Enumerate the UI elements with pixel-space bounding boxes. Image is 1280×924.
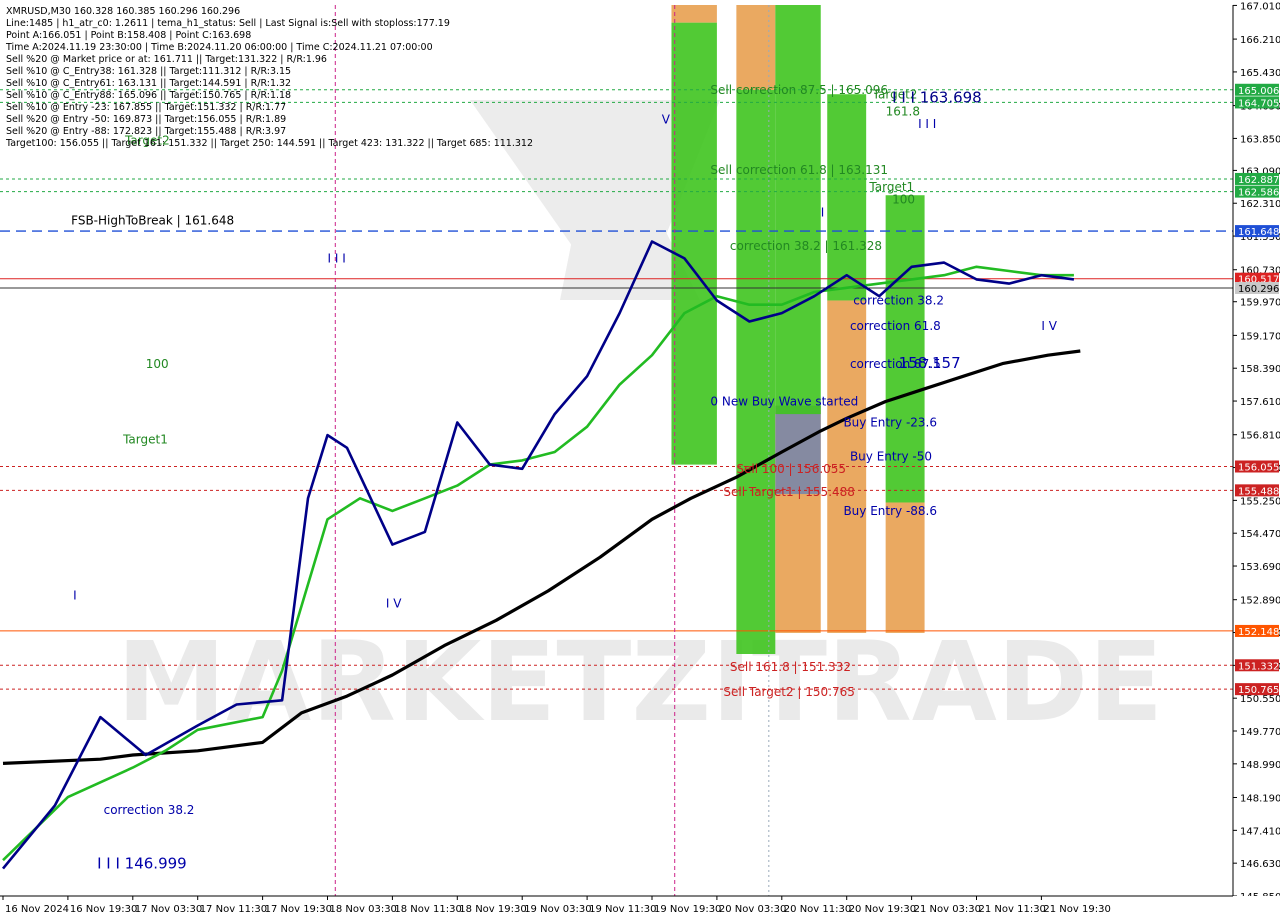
price-chart: MARKETZITRADE Target2FSB-HighToBreak | 1… xyxy=(0,0,1280,920)
target-zone xyxy=(885,502,925,633)
y-tick-label: 163.850 xyxy=(1240,134,1280,145)
x-tick-label: 16 Nov 2024 xyxy=(5,904,69,915)
x-tick-label: 16 Nov 19:30 xyxy=(70,904,137,915)
chart-annotation: Sell 161.8 | 151.332 xyxy=(730,660,851,674)
chart-annotation: Buy Entry -88.6 xyxy=(843,504,937,518)
watermark-text: MARKETZITRADE xyxy=(117,618,1164,746)
chart-annotation: Sell Target1 | 155.488 xyxy=(723,485,855,499)
info-line: Sell %10 @ C_Entry88: 165.096 || Target:… xyxy=(6,90,291,101)
chart-annotation: Buy Entry -23.6 xyxy=(843,416,937,430)
x-tick-label: 17 Nov 11:30 xyxy=(200,904,267,915)
target-zone xyxy=(775,5,821,415)
chart-annotation: 161.8 xyxy=(886,104,920,118)
chart-annotation: Sell 100 | 156.055 xyxy=(736,462,846,476)
x-tick-label: 20 Nov 11:30 xyxy=(784,904,851,915)
chart-annotation: I xyxy=(821,205,825,219)
info-line: Sell %10 @ C_Entry61: 163.131 || Target:… xyxy=(6,78,291,89)
y-tick-label: 159.970 xyxy=(1240,298,1280,309)
y-tick-label: 149.770 xyxy=(1240,727,1280,738)
chart-annotation: I I I 146.999 xyxy=(97,855,187,873)
chart-annotation: correction 38.2 xyxy=(104,803,195,817)
chart-annotation: correction 38.2 xyxy=(853,294,944,308)
price-level-label: 151.332 xyxy=(1238,661,1279,672)
x-tick-label: 19 Nov 19:30 xyxy=(654,904,721,915)
y-tick-label: 148.190 xyxy=(1240,794,1280,805)
chart-annotation: Target1 xyxy=(122,433,168,447)
chart-root: MARKETZITRADE Target2 FSB-HighToBreak | 1… xyxy=(0,0,1280,920)
info-line: Sell %10 @ Entry -23: 167.855 || Target:… xyxy=(6,102,286,113)
price-level-label: 152.148 xyxy=(1238,627,1279,638)
y-tick-label: 154.470 xyxy=(1240,529,1280,540)
x-tick-label: 21 Nov 11:30 xyxy=(979,904,1046,915)
x-tick-label: 21 Nov 19:30 xyxy=(1043,904,1110,915)
chart-annotation: Sell correction 61.8 | 163.131 xyxy=(710,163,888,177)
y-tick-label: 153.690 xyxy=(1240,562,1280,573)
chart-annotation: 100 xyxy=(892,193,915,207)
chart-annotation: Sell Target2 | 150.765 xyxy=(723,685,855,699)
price-level-label: 156.055 xyxy=(1238,462,1279,473)
info-line: Sell %20 @ Market price or at: 161.711 |… xyxy=(6,54,327,65)
x-tick-label: 20 Nov 03:30 xyxy=(719,904,786,915)
chart-annotation: Buy Entry -50 xyxy=(850,449,932,463)
price-level-label: 164.705 xyxy=(1238,98,1279,109)
x-tick-label: 17 Nov 03:30 xyxy=(135,904,202,915)
x-tick-label: 20 Nov 19:30 xyxy=(849,904,916,915)
y-tick-label: 162.310 xyxy=(1240,199,1280,210)
x-tick-label: 18 Nov 03:30 xyxy=(330,904,397,915)
price-level-label: 165.006 xyxy=(1238,86,1279,97)
chart-annotation: I I I xyxy=(328,252,346,266)
y-tick-label: 152.890 xyxy=(1240,596,1280,607)
y-tick-label: 157.610 xyxy=(1240,397,1280,408)
chart-annotation: 158.157 xyxy=(899,354,961,372)
x-tick-label: 18 Nov 19:30 xyxy=(459,904,526,915)
target-zone xyxy=(671,5,717,23)
target-zone xyxy=(736,5,776,91)
chart-annotation: Sell correction 87.5 | 165.096 xyxy=(710,83,888,97)
y-axis: 167.010166.210165.430164.630163.850163.0… xyxy=(1232,0,1280,920)
price-level-label: 162.887 xyxy=(1238,175,1279,186)
x-tick-label: 18 Nov 11:30 xyxy=(394,904,461,915)
info-line: Time A:2024.11.19 23:30:00 | Time B:2024… xyxy=(5,42,433,53)
y-tick-label: 146.630 xyxy=(1240,859,1280,870)
y-tick-label: 147.410 xyxy=(1240,826,1280,837)
y-tick-label: 148.990 xyxy=(1240,760,1280,771)
target-zone xyxy=(827,94,867,301)
chart-annotation: FSB-HighToBreak | 161.648 xyxy=(71,214,234,228)
chart-annotation: 100 xyxy=(146,357,169,371)
info-line: XMRUSD,M30 160.328 160.385 160.296 160.2… xyxy=(6,6,240,17)
price-level-label: 160.296 xyxy=(1238,284,1279,295)
info-line: Sell %20 @ Entry -88: 172.823 || Target:… xyxy=(6,126,286,137)
x-axis: 16 Nov 2024 16 Nov 19:3017 Nov 03:3017 No… xyxy=(0,895,1280,920)
target-zone xyxy=(775,405,821,495)
y-tick-label: 167.010 xyxy=(1240,1,1280,12)
info-line: Target100: 156.055 || Target 161: 151.33… xyxy=(5,138,533,149)
chart-annotation: correction 61.8 xyxy=(850,319,941,333)
chart-annotation: I xyxy=(73,588,77,602)
info-line: Line:1485 | h1_atr_c0: 1.2611 | tema_h1_… xyxy=(6,18,450,29)
chart-annotation: correction 38.2 | 161.328 xyxy=(730,239,882,253)
y-tick-label: 165.430 xyxy=(1240,68,1280,79)
x-tick-label: 19 Nov 11:30 xyxy=(589,904,656,915)
x-tick-label: 19 Nov 03:30 xyxy=(524,904,591,915)
chart-annotation: I V xyxy=(1041,319,1057,333)
price-level-label: 161.648 xyxy=(1238,227,1279,238)
price-level-label: 155.488 xyxy=(1238,486,1279,497)
y-tick-label: 155.250 xyxy=(1240,496,1280,507)
y-tick-label: 166.210 xyxy=(1240,35,1280,46)
y-tick-label: 158.390 xyxy=(1240,364,1280,375)
info-line: Sell %20 @ Entry -50: 169.873 || Target:… xyxy=(6,114,286,125)
price-level-label: 162.586 xyxy=(1238,188,1279,199)
y-tick-label: 156.810 xyxy=(1240,431,1280,442)
chart-annotation: 0 New Buy Wave started xyxy=(710,395,858,409)
info-line: Point A:166.051 | Point B:158.408 | Poin… xyxy=(6,30,251,41)
price-level-label: 150.765 xyxy=(1238,685,1279,696)
x-tick-label: 17 Nov 19:30 xyxy=(265,904,332,915)
chart-annotation: I V xyxy=(386,597,402,611)
y-tick-label: 159.170 xyxy=(1240,331,1280,342)
x-tick-label: 21 Nov 03:30 xyxy=(914,904,981,915)
chart-annotation: V xyxy=(662,113,671,127)
chart-annotation: I I I xyxy=(918,117,936,131)
info-line: Sell %10 @ C_Entry38: 161.328 || Target:… xyxy=(6,66,291,77)
